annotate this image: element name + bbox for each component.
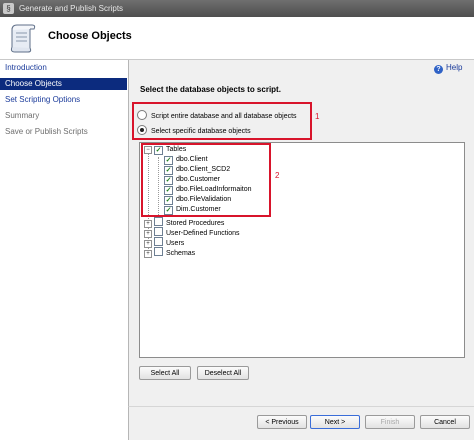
radio-button-selected[interactable] [137,125,147,135]
help-link[interactable]: ? Help [434,63,462,74]
previous-button[interactable]: < Previous [257,415,307,429]
help-icon: ? [434,65,443,74]
checkbox[interactable] [154,217,163,226]
annotation-label-1: 1 [315,112,320,121]
radio-specific-objects[interactable]: Select specific database objects [137,125,251,135]
checkbox[interactable] [154,247,163,256]
wizard-header: Choose Objects [0,17,474,60]
deselect-all-button[interactable]: Deselect All [197,366,249,380]
object-tree[interactable]: − ✓ Tables ✓ dbo.Client ✓ dbo.Client_SCD2 ✓ d… [139,142,465,358]
radio-entire-database[interactable]: Script entire database and all database … [137,110,297,120]
content-panel: ? Help Select the database objects to scr… [128,60,474,406]
tree-node-schemas[interactable]: + Schemas [144,247,195,258]
tree-node-stored-procedures[interactable]: + Stored Procedures [144,217,224,228]
select-all-button[interactable]: Select All [139,366,191,380]
nav-item-save-or-publish: Save or Publish Scripts [5,127,88,136]
finish-button: Finish [365,415,415,429]
radio-button[interactable] [137,110,147,120]
window-title: Generate and Publish Scripts [19,4,124,13]
scroll-icon [10,24,36,53]
cancel-button[interactable]: Cancel [420,415,470,429]
radio-entire-database-label: Script entire database and all database … [151,113,297,120]
expand-icon[interactable]: + [144,250,152,258]
title-bar: § Generate and Publish Scripts [0,0,474,17]
wizard-nav: Introduction Choose Objects Set Scriptin… [0,60,127,440]
wizard-footer: < Previous Next > Finish Cancel [128,406,474,440]
page-title: Choose Objects [48,30,132,42]
radio-specific-objects-label: Select specific database objects [151,128,251,135]
nav-item-introduction[interactable]: Introduction [0,62,127,74]
nav-item-choose-objects[interactable]: Choose Objects [0,78,127,90]
tree-node-user-defined-functions[interactable]: + User-Defined Functions [144,227,240,238]
checkbox[interactable] [154,237,163,246]
nav-item-set-scripting-options[interactable]: Set Scripting Options [0,94,127,106]
tree-node-users[interactable]: + Users [144,237,184,248]
help-label: Help [446,63,463,72]
instruction-heading: Select the database objects to script. [140,85,281,94]
annotation-box-2 [141,143,271,217]
annotation-label-2: 2 [275,171,280,180]
nav-item-summary: Summary [5,111,40,120]
next-button[interactable]: Next > [310,415,360,429]
app-icon: § [3,3,14,14]
checkbox[interactable] [154,227,163,236]
